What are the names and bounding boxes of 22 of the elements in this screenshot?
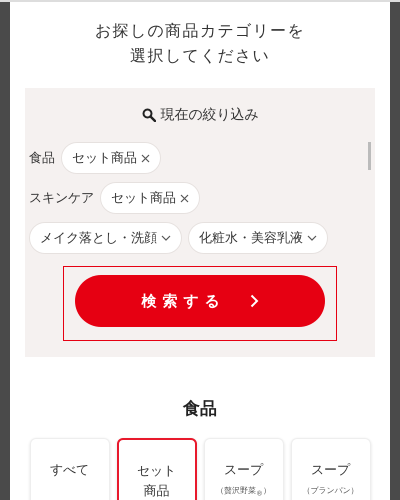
caret-icon	[161, 235, 171, 241]
close-icon[interactable]	[180, 194, 189, 202]
filter-group-label: スキンケア	[29, 190, 94, 207]
filter-chip[interactable]: 化粧水・美容乳液	[188, 222, 328, 254]
page-heading: 選択してください	[129, 45, 271, 67]
caret-icon	[307, 235, 317, 241]
filter-chip[interactable]: セット商品	[100, 182, 200, 214]
filter-chip[interactable]: メイク落とし・洗顔	[29, 222, 182, 254]
page-heading: お探しの商品カテゴリーを	[95, 20, 305, 42]
scrollbar[interactable]	[368, 142, 371, 170]
filter-title: 現在の絞り込み	[160, 106, 258, 124]
section-title: 食品	[183, 398, 217, 420]
category-card[interactable]: スープ （贅沢野菜$_{®}$）	[204, 438, 284, 500]
filter-chip[interactable]: セット商品	[61, 142, 161, 174]
search-button[interactable]: 検索する	[75, 275, 325, 327]
category-card[interactable]: スープ （ブランパン）	[290, 438, 370, 500]
search-icon	[142, 108, 156, 122]
filter-group-label: 食品	[29, 150, 55, 167]
category-card[interactable]: セット 商品	[116, 438, 196, 500]
category-card[interactable]: すべて	[30, 438, 110, 500]
close-icon[interactable]	[141, 154, 150, 162]
chevron-icon	[250, 294, 258, 308]
